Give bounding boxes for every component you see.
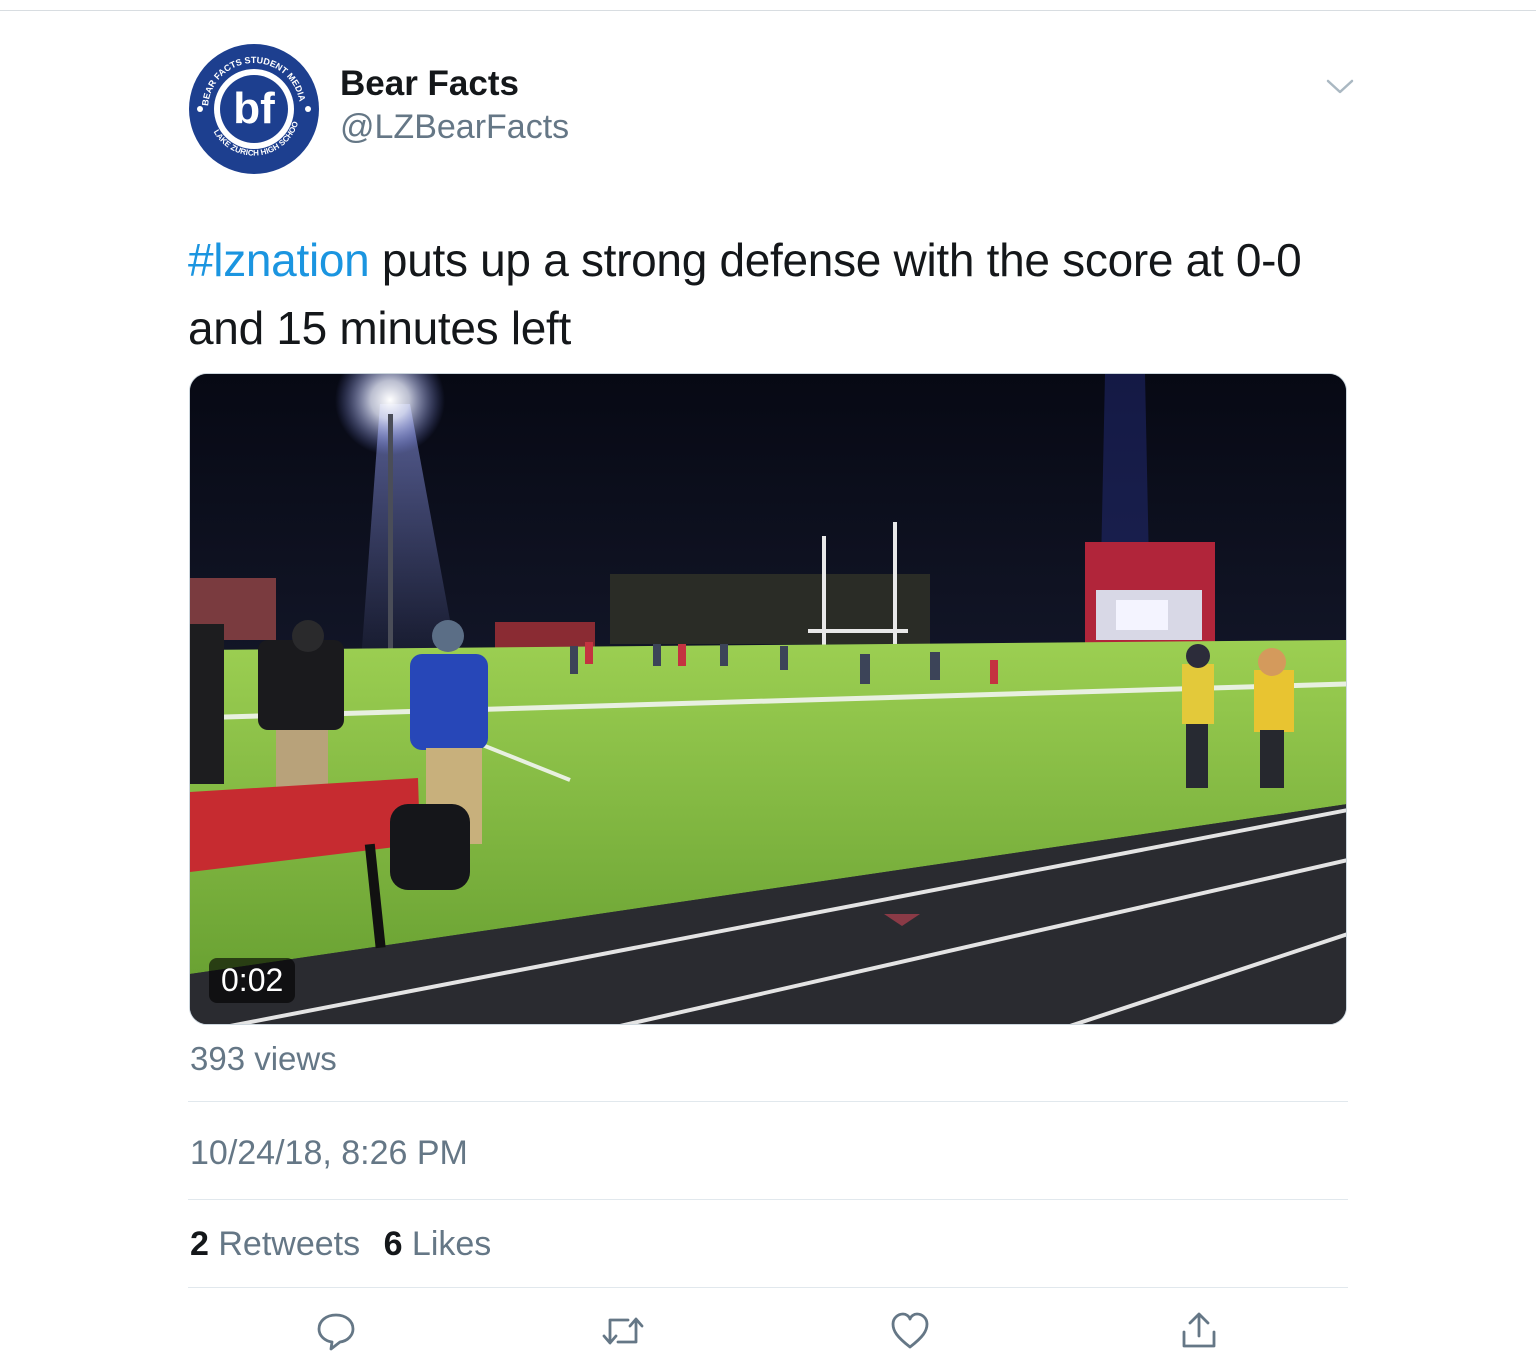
reply-icon[interactable] — [315, 1310, 357, 1352]
video-duration: 0:02 — [209, 958, 296, 1003]
likes-label: Likes — [402, 1225, 492, 1263]
divider — [188, 1199, 1348, 1200]
retweets-count: 2 — [190, 1225, 209, 1263]
tweet-timestamp[interactable]: 10/24/18, 8:26 PM — [190, 1134, 468, 1173]
retweets-label: Retweets — [208, 1225, 361, 1263]
chevron-down-icon[interactable] — [1322, 72, 1358, 102]
svg-text:bf: bf — [233, 84, 275, 133]
video-thumbnail — [190, 374, 1346, 1024]
user-handle[interactable]: @LZBearFacts — [340, 108, 569, 147]
video-player[interactable]: 0:02 — [189, 373, 1347, 1025]
view-count: 393 views — [190, 1040, 337, 1077]
likes-count: 6 — [383, 1225, 403, 1263]
share-icon[interactable] — [1178, 1310, 1220, 1352]
profile-avatar[interactable]: BEAR FACTS STUDENT MEDIA LAKE ZURICH HIG… — [186, 36, 320, 175]
retweet-icon[interactable] — [600, 1310, 644, 1352]
divider — [188, 1101, 1348, 1102]
top-divider — [0, 10, 1536, 11]
action-bar — [188, 1300, 1348, 1362]
display-name[interactable]: Bear Facts — [340, 64, 519, 104]
tweet-text: #lznation puts up a strong defense with … — [188, 226, 1348, 362]
tweet-stats: 2 Retweets 6 Likes — [190, 1225, 505, 1264]
divider — [188, 1287, 1348, 1288]
bear-facts-logo: BEAR FACTS STUDENT MEDIA LAKE ZURICH HIG… — [186, 36, 319, 174]
retweets-stat[interactable]: 2 Retweets — [190, 1225, 360, 1263]
likes-stat[interactable]: 6 Likes — [384, 1225, 492, 1263]
like-icon[interactable] — [889, 1310, 931, 1352]
hashtag-link[interactable]: #lznation — [188, 234, 370, 286]
